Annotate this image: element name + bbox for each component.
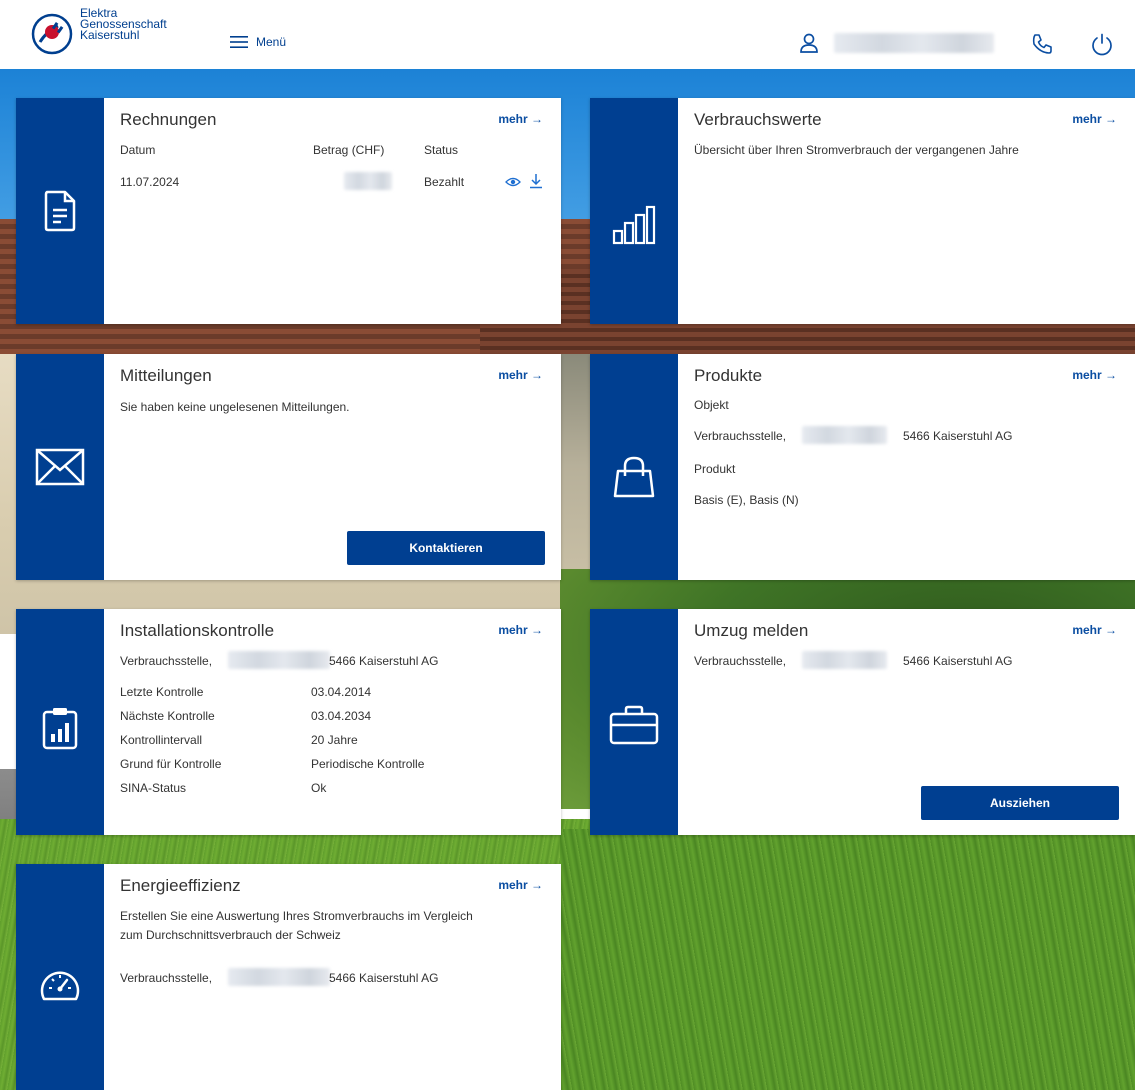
card-description-line-2: zum Durchschnittsverbrauch der Schweiz [120, 928, 341, 942]
clipboard-chart-icon [42, 708, 78, 750]
card-content: Mitteilungen mehr → Sie haben keine unge… [104, 354, 561, 580]
phone-icon[interactable] [1030, 32, 1054, 56]
speedometer-icon [40, 971, 80, 1001]
card-verbrauchswerte: Verbrauchswerte mehr → Übersicht über Ih… [590, 98, 1135, 324]
installationskontrolle-more-link[interactable]: mehr → [498, 623, 543, 637]
card-content: Umzug melden mehr → Verbrauchsstelle, 54… [678, 609, 1135, 835]
card-umzug-melden: Umzug melden mehr → Verbrauchsstelle, 54… [590, 609, 1135, 835]
detail-label: Kontrollintervall [120, 733, 203, 747]
location-suffix: 5466 Kaiserstuhl AG [903, 429, 1013, 443]
company-logo[interactable]: Elektra Genossenschaft Kaiserstuhl [30, 7, 200, 58]
eye-icon[interactable] [505, 175, 521, 189]
product-value: Basis (E), Basis (N) [694, 493, 799, 507]
detail-value: 20 Jahre [311, 733, 358, 747]
invoice-amount-redacted [344, 172, 392, 190]
card-content: Rechnungen mehr → Datum Betrag (CHF) Sta… [104, 98, 561, 324]
detail-label: Grund für Kontrolle [120, 757, 222, 771]
card-side [590, 609, 678, 835]
card-title: Umzug melden [694, 621, 809, 640]
card-side [16, 354, 104, 580]
detail-label: Letzte Kontrolle [120, 685, 204, 699]
user-name-redacted [834, 33, 994, 53]
umzug-more-link[interactable]: mehr → [1072, 623, 1117, 637]
detail-value: Ok [311, 781, 327, 795]
shopping-bag-icon [613, 456, 655, 498]
card-side [590, 98, 678, 324]
card-mitteilungen: Mitteilungen mehr → Sie haben keine unge… [16, 354, 561, 580]
rechnungen-more-link[interactable]: mehr → [498, 112, 543, 126]
bar-chart-icon [612, 205, 656, 245]
card-content: Produkte mehr → Objekt Verbrauchsstelle,… [678, 354, 1135, 580]
card-energieeffizienz: Energieeffizienz mehr → Erstellen Sie ei… [16, 864, 561, 1090]
briefcase-icon [609, 705, 659, 745]
card-description-line-1: Erstellen Sie eine Auswertung Ihres Stro… [120, 909, 473, 923]
card-title: Produkte [694, 366, 763, 385]
card-title: Mitteilungen [120, 366, 212, 385]
card-content: Installationskontrolle mehr → Verbrauchs… [104, 609, 561, 835]
address-redacted [802, 426, 887, 444]
detail-value: 03.04.2014 [311, 685, 372, 699]
power-icon[interactable] [1090, 32, 1114, 56]
card-side [590, 354, 678, 580]
card-produkte: Produkte mehr → Objekt Verbrauchsstelle,… [590, 354, 1135, 580]
menu-button[interactable]: Menü [230, 32, 286, 52]
card-title: Installationskontrolle [120, 621, 275, 640]
card-title: Rechnungen [120, 110, 217, 129]
card-title: Verbrauchswerte [694, 110, 822, 129]
location-prefix: Verbrauchsstelle, [120, 971, 213, 985]
user-icon [800, 33, 818, 53]
location-prefix: Verbrauchsstelle, [120, 654, 213, 668]
logo-line-3: Kaiserstuhl [80, 28, 140, 42]
object-label: Objekt [694, 398, 729, 412]
bg-grass-dark [560, 829, 1135, 1090]
card-content: Energieeffizienz mehr → Erstellen Sie ei… [104, 864, 561, 1090]
user-account[interactable] [798, 30, 994, 56]
location-suffix: 5466 Kaiserstuhl AG [329, 654, 439, 668]
menu-label: Menü [256, 35, 287, 49]
energieeffizienz-more-link[interactable]: mehr → [498, 878, 543, 892]
location-prefix: Verbrauchsstelle, [694, 654, 787, 668]
detail-value: Periodische Kontrolle [311, 757, 425, 771]
address-redacted [228, 651, 330, 669]
card-side [16, 609, 104, 835]
verbrauchswerte-more-link[interactable]: mehr → [1072, 112, 1117, 126]
card-title: Energieeffizienz [120, 876, 241, 895]
address-redacted [802, 651, 887, 669]
app-header: Elektra Genossenschaft Kaiserstuhl Menü [0, 0, 1135, 69]
hamburger-icon [230, 36, 248, 48]
detail-label: SINA-Status [120, 781, 187, 795]
produkte-more-link[interactable]: mehr → [1072, 368, 1117, 382]
card-side [16, 98, 104, 324]
col-header-status: Status [424, 143, 459, 157]
product-label: Produkt [694, 462, 736, 476]
invoice-date: 11.07.2024 [120, 175, 180, 189]
location-prefix: Verbrauchsstelle, [694, 429, 787, 443]
card-content: Verbrauchswerte mehr → Übersicht über Ih… [678, 98, 1135, 324]
card-description: Übersicht über Ihren Stromverbrauch der … [694, 143, 1019, 157]
mitteilungen-more-link[interactable]: mehr → [498, 368, 543, 382]
move-out-button[interactable]: Ausziehen [921, 786, 1119, 820]
location-suffix: 5466 Kaiserstuhl AG [903, 654, 1013, 668]
logo-plug-icon [31, 13, 73, 55]
document-icon [44, 190, 76, 232]
download-icon[interactable] [529, 173, 543, 189]
detail-label: Nächste Kontrolle [120, 709, 215, 723]
envelope-icon [35, 448, 85, 486]
card-rechnungen: Rechnungen mehr → Datum Betrag (CHF) Sta… [16, 98, 561, 324]
card-description: Sie haben keine ungelesenen Mitteilungen… [120, 400, 350, 414]
location-suffix: 5466 Kaiserstuhl AG [329, 971, 439, 985]
address-redacted [228, 968, 330, 986]
detail-value: 03.04.2034 [311, 709, 372, 723]
card-side [16, 864, 104, 1090]
logo-text: Elektra Genossenschaft Kaiserstuhl [80, 7, 167, 42]
col-header-datum: Datum [120, 143, 156, 157]
col-header-betrag: Betrag (CHF) [313, 143, 385, 157]
card-installationskontrolle: Installationskontrolle mehr → Verbrauchs… [16, 609, 561, 835]
contact-button[interactable]: Kontaktieren [347, 531, 545, 565]
invoice-status: Bezahlt [424, 175, 465, 189]
